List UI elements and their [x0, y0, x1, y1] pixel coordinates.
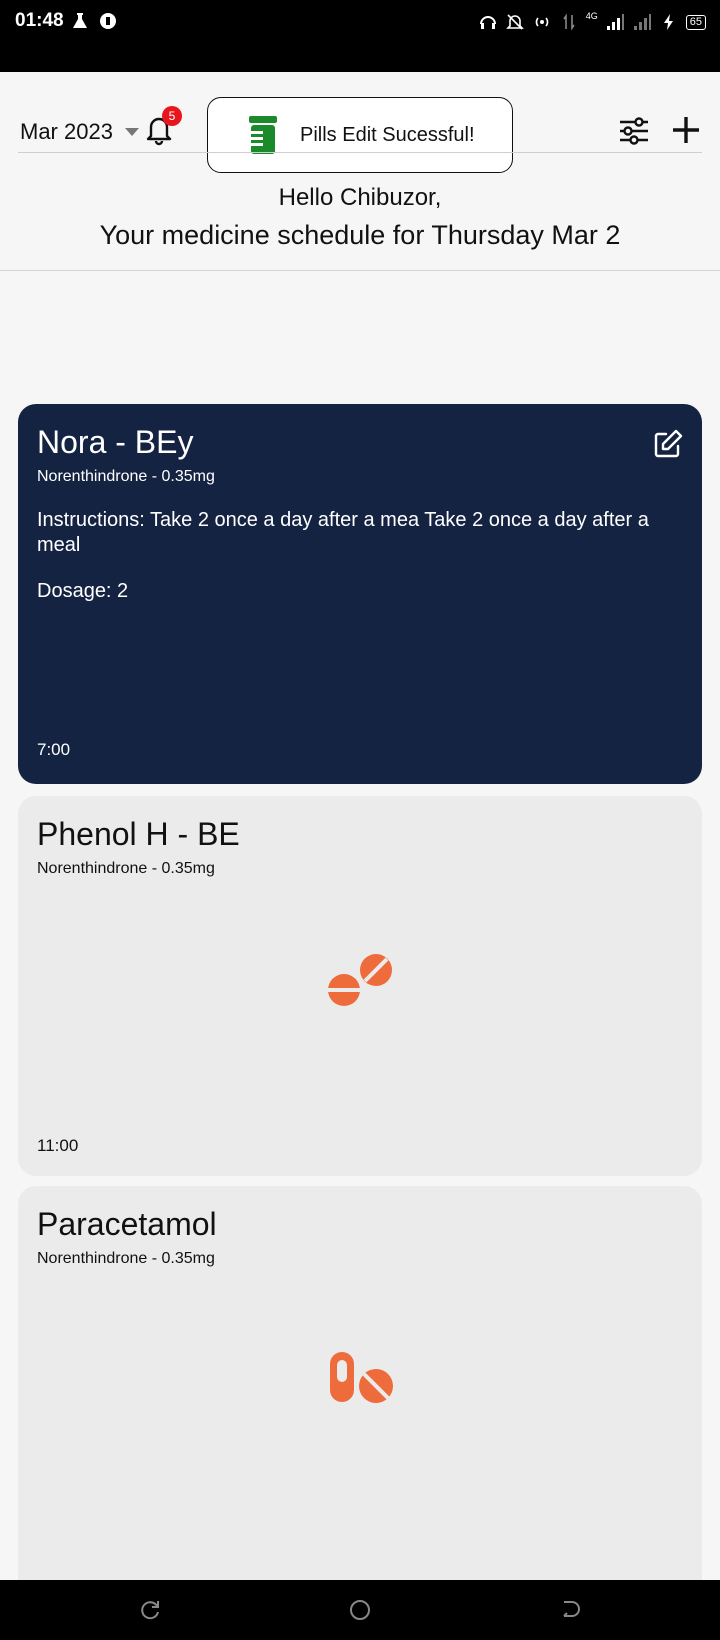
medicine-time: 7:00	[37, 740, 71, 759]
medicine-name: Paracetamol	[37, 1206, 217, 1242]
medicine-subtitle: Norenthindrone - 0.35mg	[37, 860, 215, 877]
caret-down-icon	[124, 128, 139, 136]
headphones-icon	[479, 16, 496, 29]
app-content: Mar 2023 5 Pills Edit Sucessful! Hello C…	[0, 72, 720, 1580]
medicine-subtitle: Norenthindrone - 0.35mg	[37, 1250, 215, 1267]
top-bar: Mar 2023 5 Pills Edit Sucessful!	[18, 84, 702, 173]
status-right-icons: 4G 65	[478, 11, 706, 32]
section-divider	[0, 270, 720, 271]
edit-icon[interactable]	[652, 428, 684, 460]
home-icon[interactable]	[348, 1598, 372, 1622]
medicine-card-nora[interactable]: Nora - BEy Norenthindrone - 0.35mg Instr…	[18, 404, 702, 784]
medicine-dosage: Dosage: 2	[37, 580, 129, 602]
signal-2-icon	[633, 14, 651, 30]
toast-message: Pills Edit Sucessful!	[300, 123, 475, 146]
status-bar: 01:48 4G 65	[0, 0, 720, 72]
hotspot-icon	[535, 17, 548, 27]
month-selector[interactable]: Mar 2023	[20, 119, 139, 145]
battery-level: 65	[685, 14, 706, 30]
success-toast: Pills Edit Sucessful!	[207, 97, 513, 173]
app-notification-icon	[100, 13, 116, 29]
medicine-card-phenol[interactable]: Phenol H - BE Norenthindrone - 0.35mg 11…	[18, 796, 702, 1176]
greeting: Hello Chibuzor, Your medicine schedule f…	[0, 180, 720, 254]
flask-icon	[73, 13, 87, 28]
mute-icon	[505, 14, 524, 30]
recent-apps-icon[interactable]	[138, 1598, 162, 1622]
medicine-instructions: Instructions: Take 2 once a day after a …	[37, 509, 649, 556]
network-type: 4G	[585, 11, 598, 21]
month-label: Mar 2023	[20, 119, 113, 144]
pill-bottle-icon	[249, 116, 277, 154]
medicine-subtitle: Norenthindrone - 0.35mg	[37, 468, 215, 485]
medicine-name: Nora - BEy	[37, 424, 194, 460]
notification-badge: 5	[162, 106, 182, 126]
sliders-icon[interactable]	[618, 116, 650, 146]
status-left-icons	[70, 11, 118, 31]
data-arrows-icon	[563, 13, 575, 31]
plus-icon[interactable]	[670, 114, 702, 146]
tablets-icon	[328, 954, 392, 1006]
back-icon[interactable]	[558, 1598, 582, 1622]
charging-icon	[663, 14, 673, 30]
medicine-time: 11:00	[37, 1136, 79, 1155]
top-divider	[18, 152, 702, 153]
greeting-line-1: Hello Chibuzor,	[278, 184, 442, 211]
medicine-name: Phenol H - BE	[37, 816, 240, 852]
status-time: 01:48	[15, 10, 64, 31]
signal-icon	[606, 14, 624, 30]
system-nav-bar	[0, 1580, 720, 1640]
capsule-tablet-icon	[330, 1352, 393, 1403]
medicine-card-paracetamol[interactable]: Paracetamol Norenthindrone - 0.35mg	[18, 1186, 702, 1580]
greeting-line-2: Your medicine schedule for Thursday Mar …	[99, 220, 621, 250]
